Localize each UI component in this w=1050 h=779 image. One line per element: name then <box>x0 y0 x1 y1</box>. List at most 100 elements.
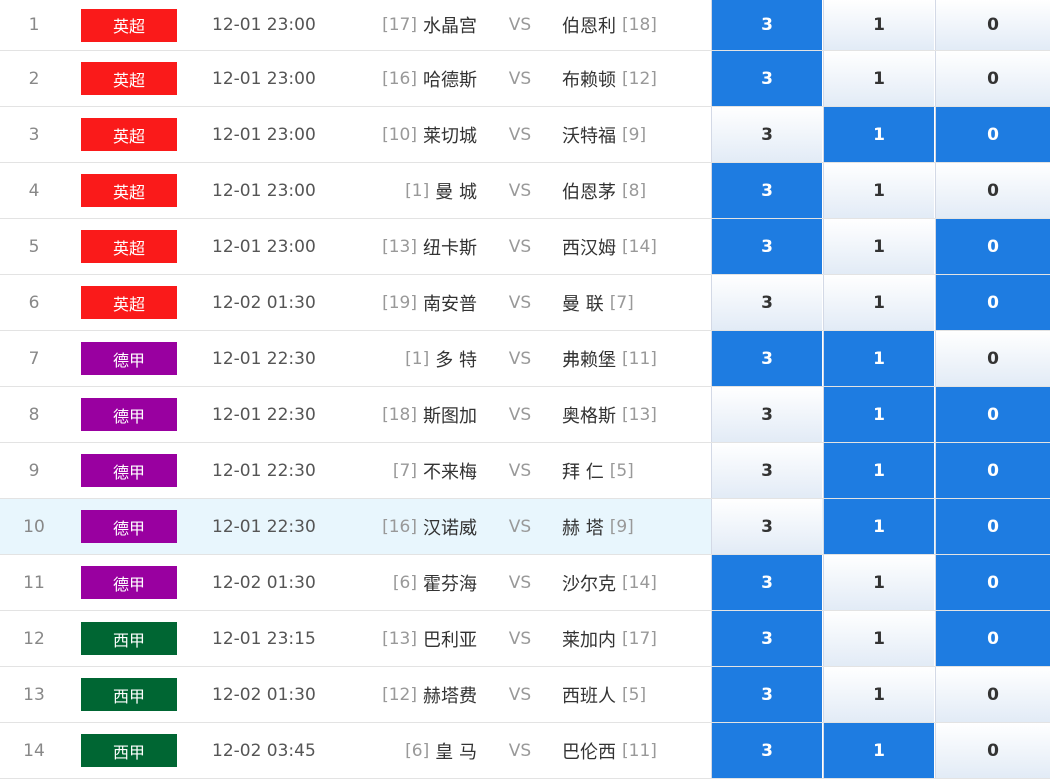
away-team[interactable]: 奥格斯 [13] <box>562 387 707 442</box>
odds-button-draw[interactable]: 1 <box>823 51 934 106</box>
away-team[interactable]: 赫 塔 [9] <box>562 499 707 554</box>
league-badge[interactable]: 西甲 <box>81 622 177 655</box>
home-team[interactable]: [1] 多 特 <box>300 331 477 386</box>
match-number: 6 <box>28 292 40 313</box>
league-cell: 英超 <box>81 219 177 274</box>
league-badge[interactable]: 英超 <box>81 62 177 95</box>
odds-button-loss[interactable]: 0 <box>935 51 1050 106</box>
odds-button-draw[interactable]: 1 <box>823 499 934 554</box>
away-team[interactable]: 莱加内 [17] <box>562 611 707 666</box>
table-row: 13 西甲 12-02 01:30 [12] 赫塔费 VS 西班人 [5] 3 1 … <box>0 667 1050 723</box>
league-badge[interactable]: 德甲 <box>81 342 177 375</box>
odds-button-draw[interactable]: 1 <box>823 163 934 218</box>
odds-button-loss[interactable]: 0 <box>935 331 1050 386</box>
league-badge[interactable]: 德甲 <box>81 510 177 543</box>
league-badge[interactable]: 英超 <box>81 8 177 42</box>
odds-button-win[interactable]: 3 <box>711 163 822 218</box>
odds-button-win[interactable]: 3 <box>711 723 822 778</box>
odds-button-draw[interactable]: 1 <box>823 331 934 386</box>
table-row: 8 德甲 12-01 22:30 [18] 斯图加 VS 奥格斯 [13] 3 1 … <box>0 387 1050 443</box>
odds-button-draw[interactable]: 1 <box>823 219 934 274</box>
odds-button-win[interactable]: 3 <box>711 387 822 442</box>
odds-button-draw[interactable]: 1 <box>823 387 934 442</box>
home-team[interactable]: [12] 赫塔费 <box>300 667 477 722</box>
odds-button-win[interactable]: 3 <box>711 611 822 666</box>
league-badge[interactable]: 德甲 <box>81 398 177 431</box>
away-team[interactable]: 沙尔克 [14] <box>562 555 707 610</box>
odds-button-loss[interactable]: 0 <box>935 387 1050 442</box>
odds-button-draw[interactable]: 1 <box>823 555 934 610</box>
odds-button-draw[interactable]: 1 <box>823 667 934 722</box>
home-team[interactable]: [13] 纽卡斯 <box>300 219 477 274</box>
league-badge[interactable]: 英超 <box>81 174 177 207</box>
home-rank: [10] <box>382 124 417 145</box>
odds-button-win[interactable]: 3 <box>711 443 822 498</box>
vs-label: VS <box>508 180 532 201</box>
odds-button-win[interactable]: 3 <box>711 499 822 554</box>
away-team[interactable]: 拜 仁 [5] <box>562 443 707 498</box>
odds-button-draw[interactable]: 1 <box>823 0 934 50</box>
away-team-name: 沃特福 <box>562 125 616 147</box>
odds-button-win[interactable]: 3 <box>711 51 822 106</box>
odds-button-loss[interactable]: 0 <box>935 163 1050 218</box>
away-rank: [12] <box>622 68 657 89</box>
odds-button-win[interactable]: 3 <box>711 275 822 330</box>
home-team[interactable]: [6] 霍芬海 <box>300 555 477 610</box>
home-team[interactable]: [7] 不来梅 <box>300 443 477 498</box>
odds-button-loss[interactable]: 0 <box>935 723 1050 778</box>
league-badge[interactable]: 西甲 <box>81 734 177 767</box>
home-team[interactable]: [16] 哈德斯 <box>300 51 477 106</box>
away-team[interactable]: 布赖顿 [12] <box>562 51 707 106</box>
odds-button-win[interactable]: 3 <box>711 0 822 50</box>
odds-button-draw[interactable]: 1 <box>823 443 934 498</box>
league-badge[interactable]: 德甲 <box>81 454 177 487</box>
league-badge[interactable]: 英超 <box>81 230 177 263</box>
home-team[interactable]: [18] 斯图加 <box>300 387 477 442</box>
away-team[interactable]: 伯恩利 [18] <box>562 0 707 50</box>
away-team-name: 曼 联 <box>562 293 604 315</box>
odds-button-draw[interactable]: 1 <box>823 611 934 666</box>
home-team[interactable]: [1] 曼 城 <box>300 163 477 218</box>
odds-button-loss[interactable]: 0 <box>935 555 1050 610</box>
odds-button-loss[interactable]: 0 <box>935 443 1050 498</box>
away-team-name: 西班人 <box>562 685 616 707</box>
away-team[interactable]: 曼 联 [7] <box>562 275 707 330</box>
odds-button-loss[interactable]: 0 <box>935 667 1050 722</box>
home-team[interactable]: [17] 水晶宫 <box>300 0 477 50</box>
odds-button-win[interactable]: 3 <box>711 331 822 386</box>
odds-button-draw[interactable]: 1 <box>823 723 934 778</box>
league-badge[interactable]: 英超 <box>81 118 177 151</box>
home-rank: [17] <box>382 15 417 35</box>
table-row: 2 英超 12-01 23:00 [16] 哈德斯 VS 布赖顿 [12] 3 1 … <box>0 51 1050 107</box>
home-team[interactable]: [16] 汉诺威 <box>300 499 477 554</box>
home-team[interactable]: [6] 皇 马 <box>300 723 477 778</box>
odds-button-loss[interactable]: 0 <box>935 219 1050 274</box>
away-team[interactable]: 沃特福 [9] <box>562 107 707 162</box>
home-team-name: 不来梅 <box>423 461 477 483</box>
away-team[interactable]: 伯恩茅 [8] <box>562 163 707 218</box>
away-team[interactable]: 弗赖堡 [11] <box>562 331 707 386</box>
odds-button-loss[interactable]: 0 <box>935 0 1050 50</box>
odds-button-loss[interactable]: 0 <box>935 611 1050 666</box>
odds-button-win[interactable]: 3 <box>711 219 822 274</box>
league-badge[interactable]: 德甲 <box>81 566 177 599</box>
away-team[interactable]: 巴伦西 [11] <box>562 723 707 778</box>
league-badge[interactable]: 西甲 <box>81 678 177 711</box>
home-team[interactable]: [10] 莱切城 <box>300 107 477 162</box>
odds-button-loss[interactable]: 0 <box>935 499 1050 554</box>
odds-button-loss[interactable]: 0 <box>935 275 1050 330</box>
odds-button-draw[interactable]: 1 <box>823 275 934 330</box>
odds-button-draw[interactable]: 1 <box>823 107 934 162</box>
odds-button-loss[interactable]: 0 <box>935 107 1050 162</box>
league-cell: 西甲 <box>81 723 177 778</box>
home-team[interactable]: [13] 巴利亚 <box>300 611 477 666</box>
odds-button-win[interactable]: 3 <box>711 107 822 162</box>
home-team[interactable]: [19] 南安普 <box>300 275 477 330</box>
odds-button-win[interactable]: 3 <box>711 667 822 722</box>
league-badge[interactable]: 英超 <box>81 286 177 319</box>
league-cell: 德甲 <box>81 499 177 554</box>
away-team[interactable]: 西班人 [5] <box>562 667 707 722</box>
home-team-name: 皇 马 <box>435 741 477 763</box>
away-team[interactable]: 西汉姆 [14] <box>562 219 707 274</box>
odds-button-win[interactable]: 3 <box>711 555 822 610</box>
